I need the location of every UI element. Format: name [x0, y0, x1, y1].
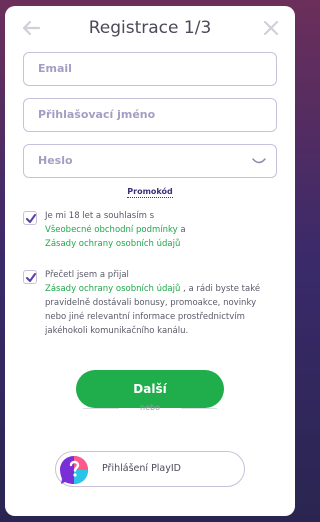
privacy-link[interactable]: Zásady ochrany osobních údajů [45, 239, 180, 249]
modal-title: Registrace 1/3 [88, 18, 212, 38]
password-placeholder: Heslo [38, 154, 73, 167]
age-terms-text: Je mi 18 let a souhlasím s Všeobecné obc… [45, 209, 277, 251]
promo-code-link-wrap: Promokód [5, 187, 295, 198]
marketing-text: Přečetl jsem a přijal Zásady ochrany oso… [45, 268, 277, 338]
playid-login-label: Přihlášení PlayID [102, 463, 181, 474]
email-field[interactable]: Email [23, 52, 277, 86]
login-placeholder: Přihlašovací jméno [38, 108, 156, 121]
modal-header: Registrace 1/3 [5, 6, 295, 50]
checkmark-icon [26, 273, 36, 282]
playid-login-button[interactable]: Přihlášení PlayID [55, 451, 245, 487]
marketing-consent: Přečetl jsem a přijal Zásady ochrany oso… [23, 268, 277, 358]
divider-line-right [181, 408, 217, 409]
terms-and-text: a [177, 225, 186, 235]
or-divider: nebo [83, 403, 217, 413]
close-icon[interactable] [263, 20, 279, 36]
email-placeholder: Email [38, 62, 72, 75]
promo-code-link[interactable]: Promokód [127, 187, 173, 198]
login-field[interactable]: Přihlašovací jméno [23, 98, 277, 132]
marketing-label: Přečetl jsem a přijal [45, 270, 129, 280]
password-field[interactable]: Heslo [23, 144, 277, 178]
registration-modal: Registrace 1/3 Email Přihlašovací jméno … [5, 6, 295, 516]
age-terms-label: Je mi 18 let a souhlasím s [45, 211, 155, 221]
age-terms-consent: Je mi 18 let a souhlasím s Všeobecné obc… [23, 209, 277, 259]
checkmark-icon [26, 214, 36, 223]
show-password-icon[interactable] [252, 157, 266, 165]
marketing-privacy-link[interactable]: Zásady ochrany osobních údajů [45, 284, 180, 294]
playid-logo-icon [60, 456, 88, 484]
terms-link[interactable]: Všeobecné obchodní podmínky [45, 225, 178, 235]
age-terms-checkbox[interactable] [23, 211, 37, 225]
marketing-checkbox[interactable] [23, 270, 37, 284]
